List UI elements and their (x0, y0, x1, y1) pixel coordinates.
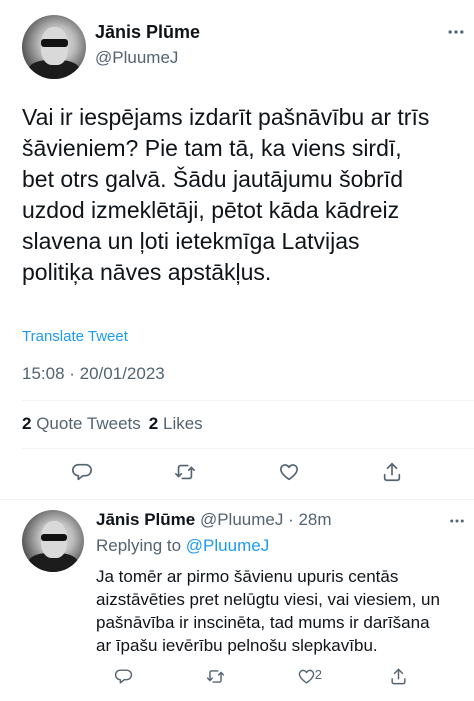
reply-icon[interactable] (62, 452, 102, 492)
reply-text: Ja tomēr ar pirmo šāvienu upuris centās … (96, 567, 440, 655)
quote-tweets-link[interactable]: 2 Quote Tweets (22, 414, 141, 433)
retweet-icon[interactable] (195, 656, 235, 696)
reply-action-bar: 2 (0, 656, 474, 696)
share-icon[interactable] (378, 656, 418, 696)
reply-header: Jānis Plūme @PluumeJ · 28m (96, 510, 332, 530)
divider (22, 448, 474, 449)
tweet-text: Vai ir iespējams izdarīt pašnāvību ar tr… (22, 104, 430, 285)
avatar[interactable] (22, 510, 84, 572)
reply-like-count: 2 (314, 667, 322, 682)
main-tweet: Jānis Plūme @PluumeJ Vai ir iespējams iz… (0, 0, 474, 501)
likes-link[interactable]: 2 Likes (149, 414, 203, 433)
translate-tweet-link[interactable]: Translate Tweet (22, 328, 128, 345)
author-handle[interactable]: @PluumeJ (95, 48, 178, 68)
tweet-separator (0, 499, 474, 500)
like-icon[interactable] (269, 452, 309, 492)
avatar[interactable] (22, 15, 86, 79)
more-horizontal-icon[interactable] (446, 22, 466, 42)
more-horizontal-icon[interactable] (448, 512, 466, 530)
replying-to: Replying to @PluumeJ (96, 536, 270, 555)
like-icon[interactable]: 2 (287, 656, 327, 696)
divider (22, 400, 474, 401)
reply-time[interactable]: · 28m (288, 510, 331, 529)
reply-author-handle[interactable]: @PluumeJ (200, 510, 283, 529)
tweet-stats: 2 Quote Tweets 2 Likes (22, 414, 203, 434)
main-action-bar (0, 452, 474, 492)
share-icon[interactable] (372, 452, 412, 492)
reply-icon[interactable] (104, 656, 144, 696)
author-name[interactable]: Jānis Plūme (95, 22, 200, 43)
tweet-timestamp[interactable]: 15:08 · 20/01/2023 (22, 364, 165, 384)
reply-author-name[interactable]: Jānis Plūme (96, 510, 195, 529)
replying-to-mention[interactable]: @PluumeJ (186, 536, 269, 555)
retweet-icon[interactable] (165, 452, 205, 492)
